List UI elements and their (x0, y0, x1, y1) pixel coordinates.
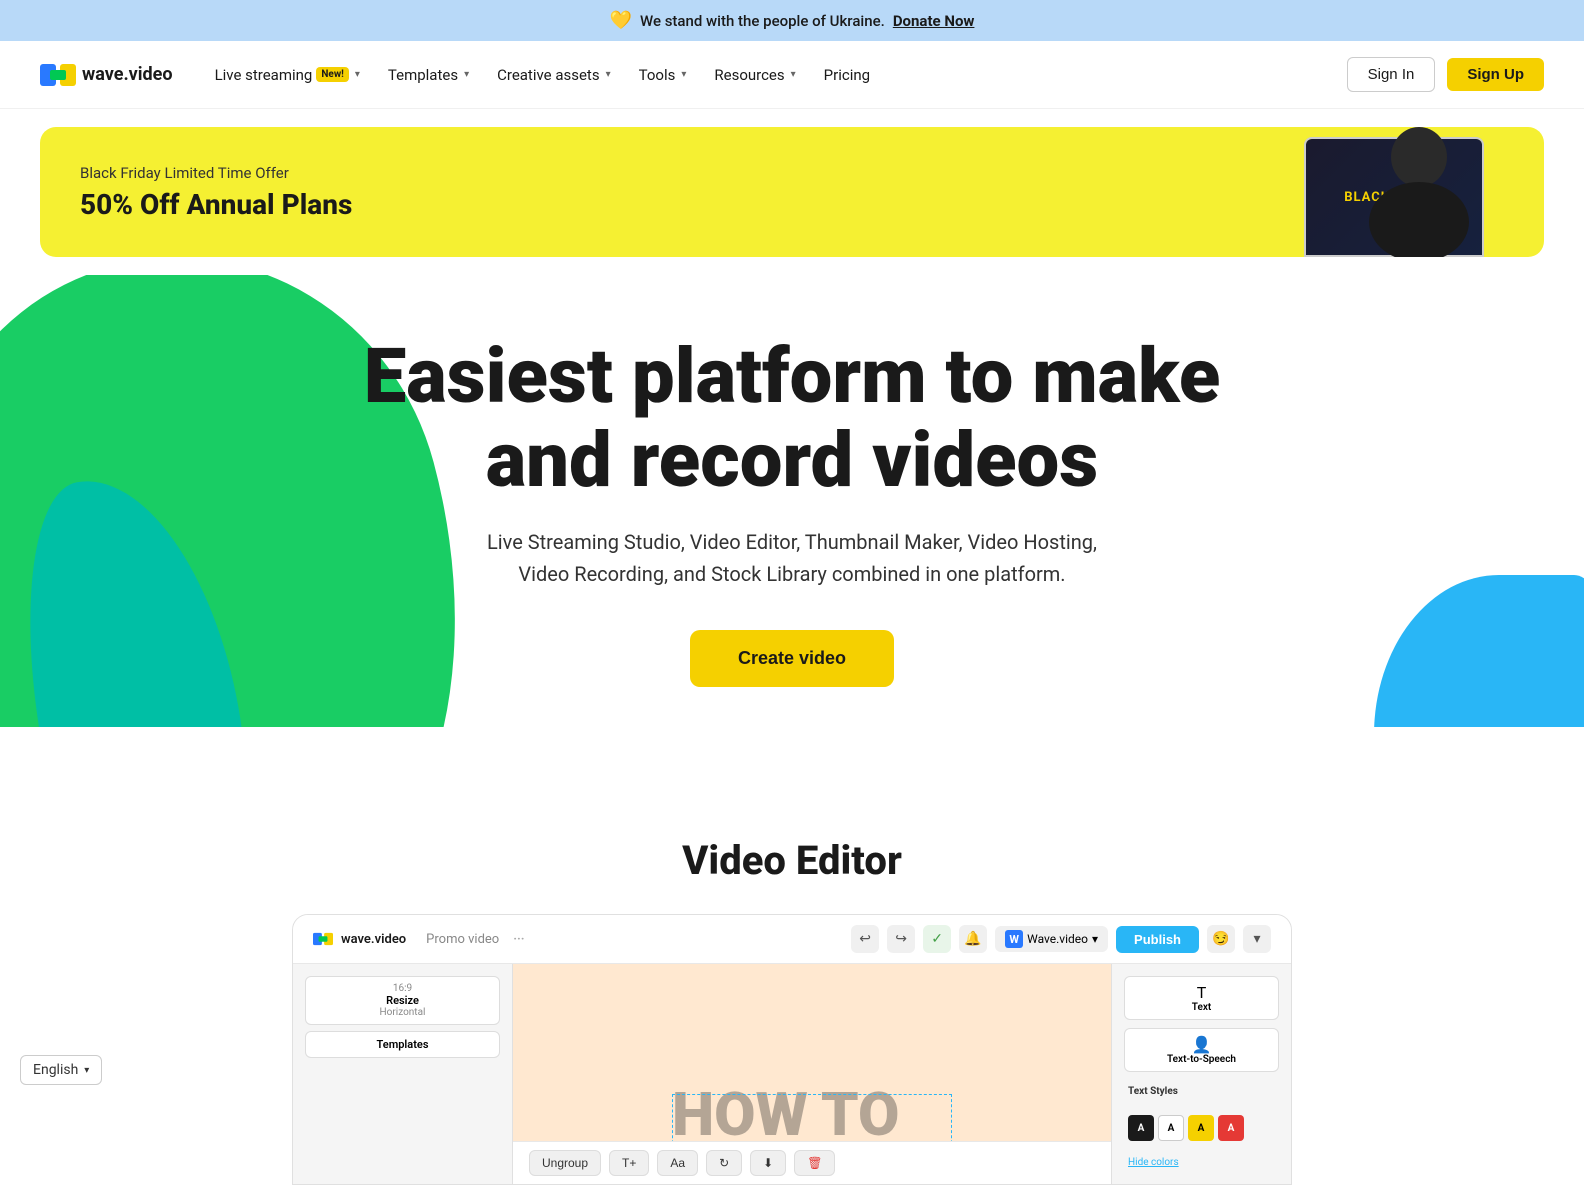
signup-button[interactable]: Sign Up (1447, 58, 1544, 91)
editor-logo-icon (313, 932, 333, 946)
editor-canvas[interactable]: HOW TO Ungroup T+ Aa ↻ ⬇ 🗑 (513, 964, 1111, 1184)
person-silhouette (1354, 127, 1484, 257)
promo-title: 50% Off Annual Plans (80, 188, 352, 221)
nav-label-templates: Templates (388, 66, 458, 84)
rotate-button[interactable]: ↻ (706, 1150, 742, 1176)
nav-item-resources[interactable]: Resources ▾ (702, 58, 807, 92)
undo-button[interactable]: ↩ (851, 925, 879, 953)
banner-text: We stand with the people of Ukraine. (640, 12, 885, 30)
hero-title: Easiest platform to make and record vide… (342, 335, 1242, 502)
language-selector-area: English ▾ (20, 1055, 102, 1085)
brand-selector[interactable]: W Wave.video ▾ (995, 926, 1108, 952)
add-text-button[interactable]: T+ (609, 1150, 649, 1176)
brand-name: Wave.video (1027, 932, 1088, 946)
hero-section: Easiest platform to make and record vide… (0, 275, 1584, 727)
promo-subtitle: Black Friday Limited Time Offer (80, 164, 352, 182)
font-button[interactable]: Aa (657, 1150, 698, 1176)
create-video-button[interactable]: Create video (690, 630, 894, 687)
text-panel-button[interactable]: T Text (1124, 976, 1279, 1020)
brand-chevron: ▾ (1092, 932, 1098, 946)
canvas-toolbar: Ungroup T+ Aa ↻ ⬇ 🗑 (513, 1141, 1111, 1184)
text-styles-label: Text Styles (1124, 1080, 1279, 1103)
brand-icon: W (1005, 930, 1023, 948)
style-light[interactable]: A (1158, 1115, 1184, 1141)
chevron-down-icon: ▾ (464, 69, 469, 80)
notification-button[interactable]: 🔔 (959, 925, 987, 953)
promo-banner[interactable]: Black Friday Limited Time Offer 50% Off … (40, 127, 1544, 257)
donate-link[interactable]: Donate Now (893, 12, 975, 30)
language-label: English (33, 1062, 78, 1078)
text-style-options: A A A A (1124, 1111, 1279, 1145)
nav-links: Live streaming New! ▾ Templates ▾ Creati… (203, 58, 1347, 92)
promo-text: Black Friday Limited Time Offer 50% Off … (80, 164, 352, 221)
signin-button[interactable]: Sign In (1347, 57, 1436, 92)
redo-button[interactable]: ↪ (887, 925, 915, 953)
emoji-button[interactable]: 😏 (1207, 925, 1235, 953)
editor-sidebar-left: 16:9 Resize Horizontal Templates (293, 964, 513, 1184)
nav-label-live-streaming: Live streaming (215, 66, 313, 84)
hide-colors-link[interactable]: Hide colors (1124, 1153, 1279, 1172)
video-editor-title: Video Editor (40, 837, 1544, 884)
hero-title-line1: Easiest platform to make (364, 331, 1221, 421)
nav-badge-new: New! (316, 67, 349, 82)
editor-body: 16:9 Resize Horizontal Templates HOW TO (293, 964, 1291, 1184)
style-yellow[interactable]: A (1188, 1115, 1214, 1141)
chevron-down-icon: ▾ (791, 69, 796, 80)
nav-item-live-streaming[interactable]: Live streaming New! ▾ (203, 58, 372, 92)
promo-video-label: Promo video (426, 932, 499, 947)
publish-button[interactable]: Publish (1116, 926, 1199, 953)
templates-sidebar-button[interactable]: Templates (305, 1031, 500, 1058)
check-button[interactable]: ✓ (923, 925, 951, 953)
nav-label-resources: Resources (714, 66, 784, 84)
resize-button[interactable]: 16:9 Resize Horizontal (305, 976, 500, 1025)
ungroup-button[interactable]: Ungroup (529, 1150, 601, 1176)
style-dark[interactable]: A (1128, 1115, 1154, 1141)
nav-label-pricing: Pricing (824, 66, 870, 84)
delete-button[interactable]: 🗑 (794, 1150, 835, 1176)
banner-emoji: 💛 (610, 10, 632, 31)
nav-label-creative-assets: Creative assets (497, 66, 599, 84)
editor-center-controls: ↩ ↪ ✓ 🔔 W Wave.video ▾ Publish 😏 ▾ (851, 925, 1271, 953)
main-nav: wave.video Live streaming New! ▾ Templat… (0, 41, 1584, 109)
editor-sidebar-right: T Text 👤 Text-to-Speech Text Styles A A … (1111, 964, 1291, 1184)
language-chevron-icon: ▾ (84, 1065, 89, 1076)
more-button[interactable]: ▾ (1243, 925, 1271, 953)
hero-title-line2: and record videos (486, 415, 1098, 505)
download-button[interactable]: ⬇ (750, 1150, 786, 1176)
editor-preview: wave.video Promo video ··· ↩ ↪ ✓ 🔔 W Wav… (292, 914, 1292, 1185)
nav-item-creative-assets[interactable]: Creative assets ▾ (485, 58, 623, 92)
language-selector[interactable]: English ▾ (20, 1055, 102, 1085)
editor-logo: wave.video Promo video ··· (313, 932, 525, 947)
chevron-down-icon: ▾ (681, 69, 686, 80)
editor-topbar: wave.video Promo video ··· ↩ ↪ ✓ 🔔 W Wav… (293, 915, 1291, 964)
video-editor-section: Video Editor wave.video Promo video ··· … (0, 787, 1584, 1185)
more-options-icon[interactable]: ··· (513, 932, 524, 947)
style-red[interactable]: A (1218, 1115, 1244, 1141)
ukraine-banner: 💛 We stand with the people of Ukraine. D… (0, 0, 1584, 41)
editor-logo-text: wave.video (341, 932, 406, 947)
chevron-down-icon: ▾ (606, 69, 611, 80)
logo[interactable]: wave.video (40, 64, 173, 86)
nav-actions: Sign In Sign Up (1347, 57, 1544, 92)
logo-icon (40, 64, 76, 86)
nav-item-pricing[interactable]: Pricing (812, 58, 882, 92)
hero-content: Easiest platform to make and record vide… (40, 335, 1544, 687)
nav-item-templates[interactable]: Templates ▾ (376, 58, 481, 92)
hero-subtitle: Live Streaming Studio, Video Editor, Thu… (482, 526, 1102, 590)
tts-panel-button[interactable]: 👤 Text-to-Speech (1124, 1028, 1279, 1072)
nav-label-tools: Tools (639, 66, 676, 84)
logo-text: wave.video (82, 64, 173, 85)
chevron-down-icon: ▾ (355, 69, 360, 80)
promo-image-area: BLACK FRIDAY (1304, 137, 1484, 257)
nav-item-tools[interactable]: Tools ▾ (627, 58, 699, 92)
